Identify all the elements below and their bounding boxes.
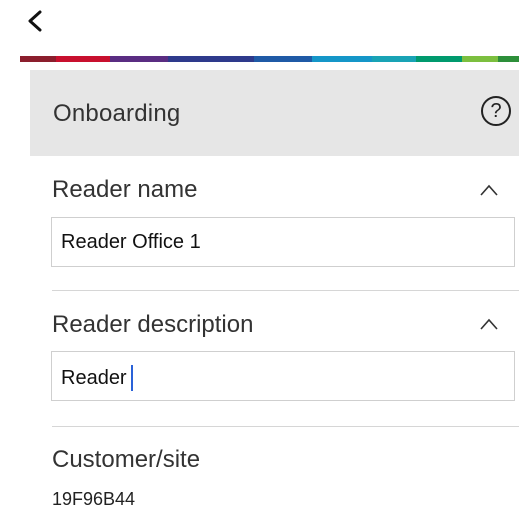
brand-bar-segment [462, 56, 498, 62]
reader-description-value: Reader [61, 366, 127, 389]
page-title: Onboarding [53, 100, 181, 127]
brand-color-bar [20, 56, 519, 62]
section-divider [52, 290, 519, 291]
brand-bar-segment [20, 56, 56, 62]
customer-site-label: Customer/site [52, 446, 201, 473]
page-header: Onboarding ? [30, 70, 519, 156]
brand-bar-segment [416, 56, 462, 62]
brand-bar-segment [56, 56, 110, 62]
section-divider [52, 426, 519, 427]
brand-bar-segment [312, 56, 372, 62]
reader-name-input[interactable]: Reader Office 1 [51, 217, 515, 267]
brand-bar-segment [168, 56, 254, 62]
reader-description-input[interactable]: Reader [51, 351, 515, 401]
chevron-up-icon[interactable] [479, 317, 499, 331]
brand-bar-segment [110, 56, 168, 62]
brand-bar-segment [372, 56, 416, 62]
customer-site-value: 19F96B44 [52, 489, 136, 509]
reader-description-label: Reader description [52, 311, 254, 338]
reader-description-field-content: Reader [61, 365, 133, 391]
reader-name-label: Reader name [52, 176, 198, 203]
back-button[interactable] [24, 6, 52, 36]
reader-name-value: Reader Office 1 [61, 231, 201, 253]
text-cursor [130, 365, 133, 391]
brand-bar-segment [498, 56, 519, 62]
chevron-left-icon [28, 10, 42, 32]
brand-bar-segment [254, 56, 312, 62]
help-button[interactable]: ? [481, 96, 511, 126]
help-icon: ? [490, 100, 502, 122]
chevron-up-icon[interactable] [479, 183, 499, 197]
